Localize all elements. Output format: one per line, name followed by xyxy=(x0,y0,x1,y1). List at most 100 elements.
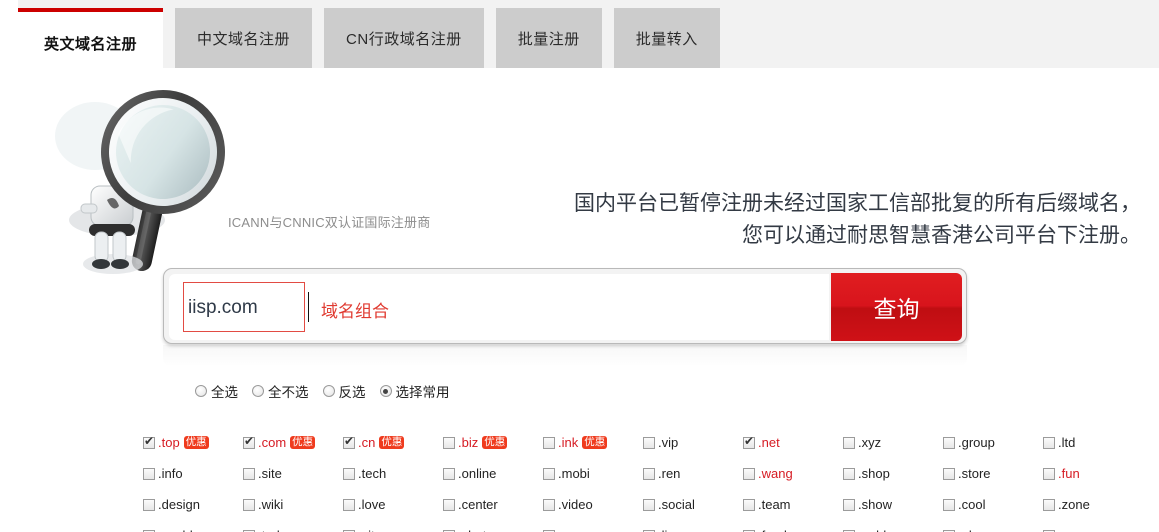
suffix-option-fun[interactable]: .fun xyxy=(1043,466,1143,481)
suffix-option-top[interactable]: .top优惠 xyxy=(143,434,243,450)
suffix-option-video[interactable]: .video xyxy=(543,497,643,512)
suffix-option-plus[interactable]: .plus xyxy=(943,528,1043,532)
checkbox-icon[interactable] xyxy=(743,467,755,480)
checkbox-icon[interactable] xyxy=(343,498,355,511)
checkbox-icon[interactable] xyxy=(243,434,255,449)
suffix-option-site[interactable]: .site xyxy=(243,466,343,481)
suffix-label: .ink xyxy=(558,435,579,450)
checkbox-icon[interactable] xyxy=(1043,467,1055,480)
checkbox-icon[interactable] xyxy=(943,436,955,449)
select-mode-0[interactable]: 全选 xyxy=(195,381,238,401)
suffix-label: .com xyxy=(258,435,287,450)
checkbox-icon[interactable] xyxy=(643,467,655,480)
suffix-option-zone[interactable]: .zone xyxy=(1043,497,1143,512)
select-mode-1[interactable]: 全不选 xyxy=(252,381,309,401)
suffix-option-wang[interactable]: .wang xyxy=(743,466,843,481)
checkbox-icon[interactable] xyxy=(543,467,555,480)
search-panel-reflection xyxy=(163,345,967,367)
suffix-option-com[interactable]: .com优惠 xyxy=(243,434,343,450)
checkbox-icon[interactable] xyxy=(643,498,655,511)
suffix-option-design[interactable]: .design xyxy=(143,497,243,512)
suffix-option-world[interactable]: .world xyxy=(143,528,243,532)
suffix-label: .wiki xyxy=(258,497,284,512)
suffix-option-cool[interactable]: .cool xyxy=(943,497,1043,512)
checkbox-icon[interactable] xyxy=(743,498,755,511)
checkbox-icon[interactable] xyxy=(143,467,155,480)
notice-line-1: 国内平台已暂停注册未经过国家工信部批复的所有后缀域名， xyxy=(574,192,1141,215)
checkbox-icon[interactable] xyxy=(943,498,955,511)
promo-badge: 优惠 xyxy=(582,436,608,449)
checkbox-icon[interactable] xyxy=(143,434,155,449)
tab-4[interactable]: 批量转入 xyxy=(613,8,720,68)
checkbox-icon[interactable] xyxy=(243,498,255,511)
suffix-option-wiki[interactable]: .wiki xyxy=(243,497,343,512)
search-button[interactable]: 查询 xyxy=(831,273,962,341)
checkbox-icon[interactable] xyxy=(443,498,455,511)
suffix-option-love[interactable]: .love xyxy=(343,497,443,512)
radio-button-icon[interactable] xyxy=(252,385,264,397)
checkbox-icon[interactable] xyxy=(643,436,655,449)
search-field-area[interactable]: 域名组合 xyxy=(169,274,829,340)
suffix-option-ink[interactable]: .ink 优惠 xyxy=(543,435,643,450)
select-mode-3[interactable]: 选择常用 xyxy=(379,381,450,401)
suffix-label: .today xyxy=(258,528,293,532)
main-content: ICANN与CNNIC双认证国际注册商 国内平台已暂停注册未经过国家工信部批复的… xyxy=(0,68,1159,532)
domain-combination-label[interactable]: 域名组合 xyxy=(321,297,389,322)
checkbox-icon[interactable] xyxy=(243,467,255,480)
checkbox-icon[interactable] xyxy=(843,498,855,511)
checkbox-icon[interactable] xyxy=(343,434,355,449)
checkbox-icon[interactable] xyxy=(443,467,455,480)
suffix-label: .ltd xyxy=(1058,435,1076,450)
suffix-option-guru[interactable]: .guru xyxy=(1043,528,1143,532)
suffix-option-fund[interactable]: .fund xyxy=(743,528,843,532)
checkbox-icon[interactable] xyxy=(843,436,855,449)
checkbox-icon[interactable] xyxy=(1043,498,1055,511)
checkbox-icon[interactable] xyxy=(1043,436,1055,449)
suffix-option-mobi[interactable]: .mobi xyxy=(543,466,643,481)
suffix-option-live[interactable]: .live xyxy=(643,528,743,532)
select-mode-2[interactable]: 反选 xyxy=(322,381,366,401)
suffix-option-center[interactable]: .center xyxy=(443,497,543,512)
suffix-label: .zone xyxy=(1058,497,1090,512)
checkbox-icon[interactable] xyxy=(743,434,755,449)
suffix-option-online[interactable]: .online xyxy=(443,466,543,481)
suffix-option-xyz[interactable]: .xyz xyxy=(843,435,943,450)
checkbox-icon[interactable] xyxy=(143,498,155,511)
suffix-option-cn[interactable]: .cn优惠 xyxy=(343,434,443,450)
suffix-label: .biz xyxy=(458,435,479,450)
suffix-option-net[interactable]: .net xyxy=(743,434,843,450)
radio-button-icon[interactable] xyxy=(379,385,392,397)
suffix-option-store[interactable]: .store xyxy=(943,466,1043,481)
tab-3[interactable]: 批量注册 xyxy=(495,8,602,68)
suffix-option-today[interactable]: .today xyxy=(243,528,343,532)
suffix-option-city[interactable]: .city xyxy=(343,528,443,532)
suffix-option-ltd[interactable]: .ltd xyxy=(1043,435,1143,450)
suffix-option-ren[interactable]: .ren xyxy=(643,466,743,481)
suffix-option-shop[interactable]: .shop xyxy=(843,466,943,481)
radio-button-icon[interactable] xyxy=(322,385,335,397)
checkbox-icon[interactable] xyxy=(543,436,555,449)
checkbox-icon[interactable] xyxy=(343,467,355,480)
tab-0[interactable]: 英文域名注册 xyxy=(18,8,164,74)
suffix-option-show[interactable]: .show xyxy=(843,497,943,512)
promo-badge: 优惠 xyxy=(290,436,316,449)
suffix-option-chat[interactable]: .chat xyxy=(443,528,543,532)
suffix-option-social[interactable]: .social xyxy=(643,497,743,512)
suffix-label: .group xyxy=(958,435,995,450)
checkbox-icon[interactable] xyxy=(543,498,555,511)
domain-search-input[interactable] xyxy=(183,282,305,332)
radio-button-icon[interactable] xyxy=(195,385,207,397)
suffix-option-team[interactable]: .team xyxy=(743,497,843,512)
suffix-option-group[interactable]: .group xyxy=(943,435,1043,450)
checkbox-icon[interactable] xyxy=(443,436,455,449)
suffix-option-info[interactable]: .info xyxy=(143,466,243,481)
suffix-option-biz[interactable]: .biz 优惠 xyxy=(443,435,543,450)
tab-1[interactable]: 中文域名注册 xyxy=(175,8,313,68)
checkbox-icon[interactable] xyxy=(943,467,955,480)
suffix-option-gold[interactable]: .gold xyxy=(843,528,943,532)
tab-2[interactable]: CN行政域名注册 xyxy=(324,8,484,68)
suffix-option-company[interactable]: .company xyxy=(543,528,643,532)
checkbox-icon[interactable] xyxy=(843,467,855,480)
suffix-option-vip[interactable]: .vip xyxy=(643,435,743,450)
suffix-option-tech[interactable]: .tech xyxy=(343,466,443,481)
